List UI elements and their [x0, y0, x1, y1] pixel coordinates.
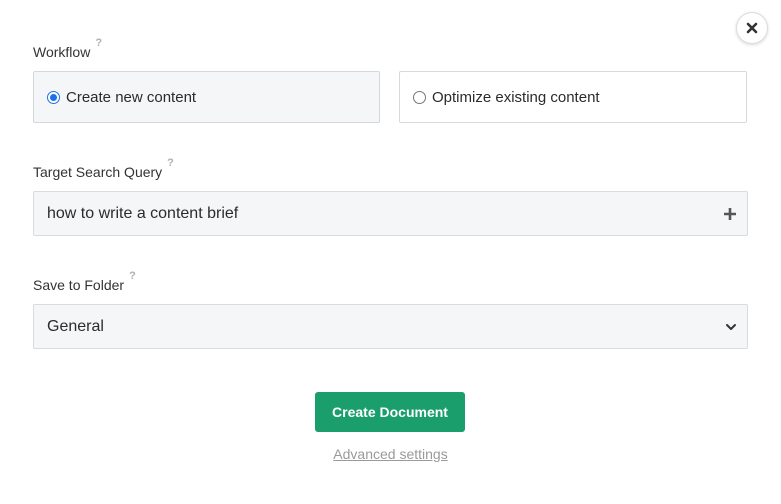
plus-icon[interactable] — [723, 207, 737, 221]
search-query-input[interactable]: how to write a content brief — [33, 191, 748, 236]
workflow-help-icon[interactable]: ? — [95, 37, 102, 49]
folder-label-group: Save to Folder ? — [33, 270, 136, 293]
create-document-modal: Workflow ? Create new content Optimize e… — [0, 0, 781, 504]
advanced-settings-link[interactable]: Advanced settings — [333, 446, 447, 462]
workflow-label-group: Workflow ? — [33, 37, 102, 60]
folder-label: Save to Folder — [33, 277, 125, 293]
workflow-option-optimize[interactable]: Optimize existing content — [399, 71, 747, 123]
workflow-label: Workflow — [33, 44, 91, 60]
radio-optimize-existing[interactable] — [413, 90, 426, 104]
chevron-down-icon[interactable] — [725, 321, 737, 333]
query-label-group: Target Search Query ? — [33, 157, 174, 180]
query-label: Target Search Query — [33, 164, 163, 180]
workflow-option-create[interactable]: Create new content — [33, 71, 380, 123]
radio-create-new[interactable] — [47, 90, 60, 104]
create-document-button[interactable]: Create Document — [315, 392, 465, 432]
query-help-icon[interactable]: ? — [167, 157, 174, 169]
close-button[interactable] — [736, 12, 768, 44]
folder-select[interactable]: General — [33, 304, 748, 349]
close-icon — [746, 22, 758, 34]
advanced-settings-row: Advanced settings — [0, 446, 781, 462]
folder-help-icon[interactable]: ? — [129, 270, 136, 282]
folder-select-value: General — [47, 317, 104, 335]
search-query-value: how to write a content brief — [47, 204, 239, 222]
workflow-option-label: Create new content — [66, 88, 197, 106]
workflow-option-label: Optimize existing content — [432, 88, 600, 106]
